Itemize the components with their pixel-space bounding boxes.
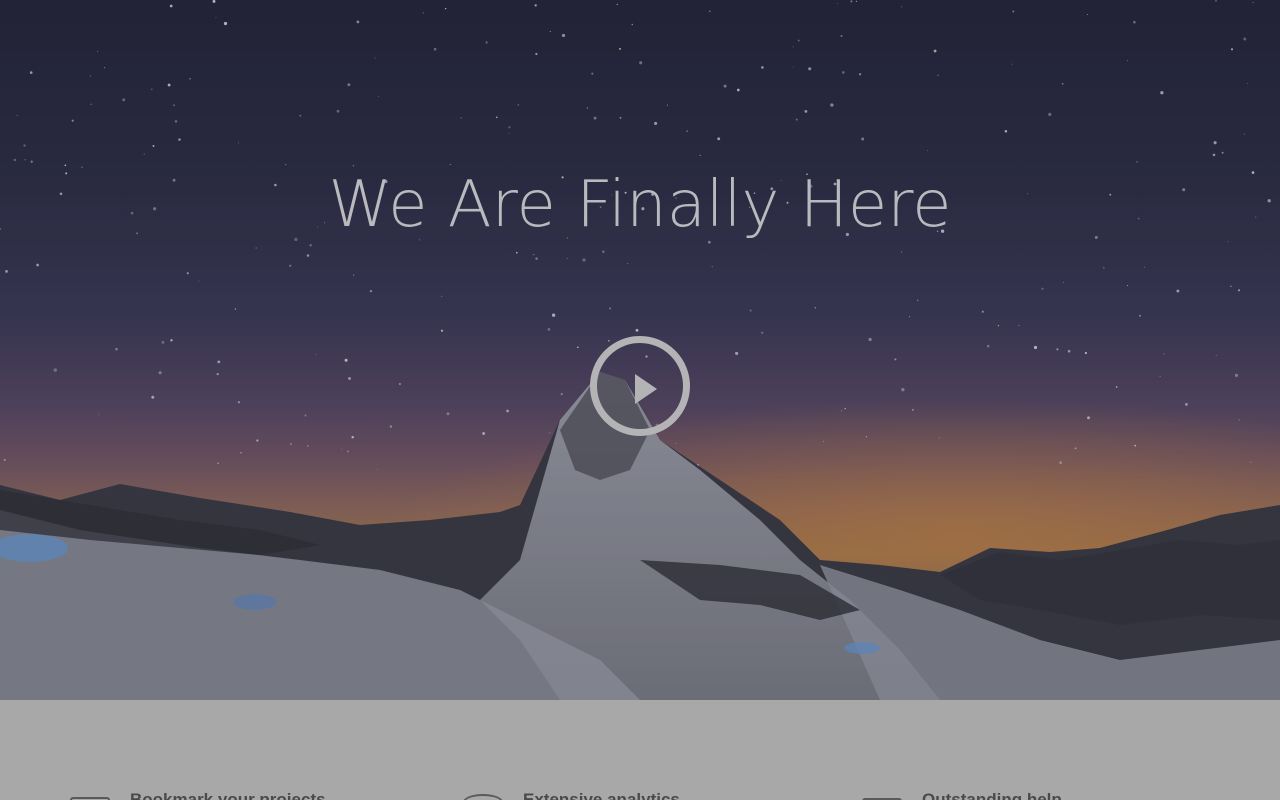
feature-title: Extensive analytics [523,790,680,800]
feature-title: Bookmark your projects [130,790,326,800]
feature-analytics: Extensive analytics [463,788,680,800]
analytics-icon [463,794,503,800]
hero-section: We Are Finally Here [0,0,1280,700]
play-video-button[interactable] [590,336,690,436]
play-icon [635,374,657,404]
hero-title: We Are Finally Here [328,168,952,242]
feature-bookmark: Bookmark your projects [70,788,326,800]
features-section: Bookmark your projects Extensive analyti… [0,700,1280,800]
feature-help: Outstanding help [850,788,1062,800]
feature-title: Outstanding help [922,790,1062,800]
